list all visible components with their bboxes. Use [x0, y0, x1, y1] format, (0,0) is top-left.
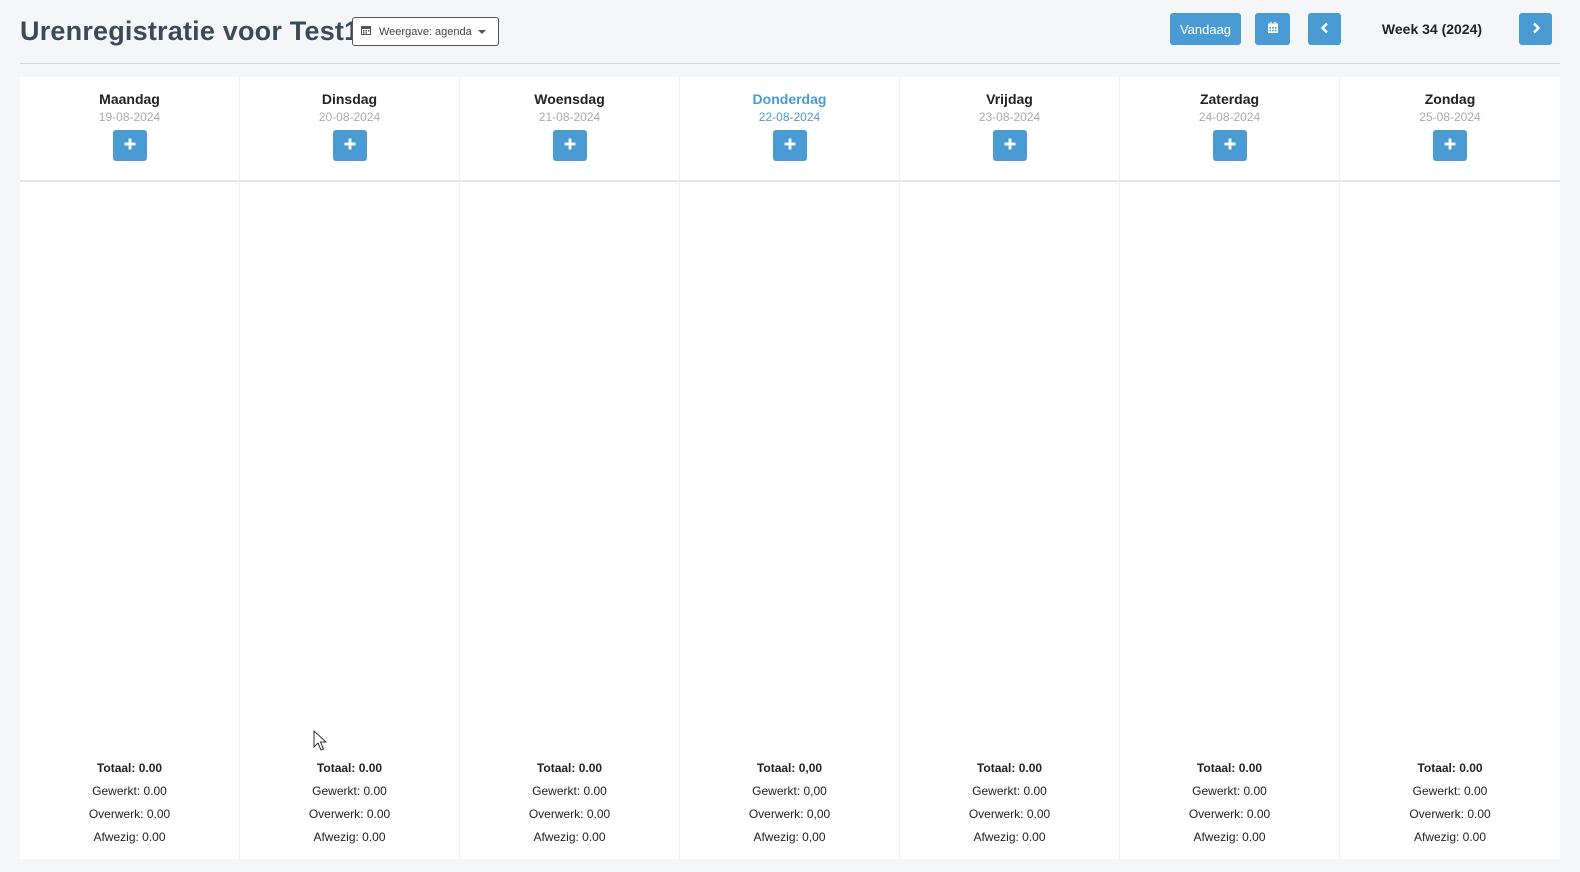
day-header: Vrijdag 23-08-2024 — [900, 77, 1119, 182]
plus-icon — [344, 137, 356, 155]
view-dropdown-label: Weergave: agenda — [379, 25, 472, 38]
day-name: Donderdag — [752, 91, 827, 107]
day-date: 22-08-2024 — [758, 110, 821, 124]
day-totals: Totaal: 0.00 Gewerkt: 0.00 Overwerk: 0.0… — [240, 757, 459, 849]
overtime-hours: Overwerk: 0.00 — [308, 807, 391, 821]
total-hours: Totaal: 0,00 — [756, 761, 823, 775]
calendar-picker-button[interactable] — [1255, 13, 1290, 45]
absent-hours: Afwezig: 0.00 — [93, 830, 166, 844]
absent-hours: Afwezig: 0.00 — [313, 830, 386, 844]
mouse-cursor-icon — [313, 730, 327, 751]
worked-hours: Gewerkt: 0.00 — [92, 784, 167, 798]
plus-icon — [124, 137, 136, 155]
today-button[interactable]: Vandaag — [1170, 13, 1241, 45]
day-column-donderdag: Donderdag 22-08-2024 Totaal: 0,00 Gewerk… — [680, 77, 900, 859]
page-title: Urenregistratie voor Test1 — [20, 16, 360, 46]
caret-down-icon — [477, 29, 486, 34]
day-column-woensdag: Woensdag 21-08-2024 Totaal: 0.00 Gewerkt… — [460, 77, 680, 859]
worked-hours: Gewerkt: 0.00 — [1412, 784, 1488, 798]
chevron-right-icon — [1531, 22, 1541, 37]
day-name: Zaterdag — [1199, 91, 1260, 107]
day-totals: Totaal: 0.00 Gewerkt: 0.00 Overwerk: 0.0… — [900, 757, 1119, 849]
day-name: Zondag — [1424, 91, 1476, 107]
add-entry-button[interactable] — [992, 130, 1027, 161]
calendar-icon — [361, 25, 371, 38]
add-entry-button[interactable] — [772, 130, 807, 161]
day-totals: Totaal: 0,00 Gewerkt: 0,00 Overwerk: 0,0… — [680, 757, 899, 849]
overtime-hours: Overwerk: 0.00 — [88, 807, 171, 821]
worked-hours: Gewerkt: 0.00 — [532, 784, 607, 798]
day-header: Dinsdag 20-08-2024 — [240, 77, 459, 182]
day-totals: Totaal: 0.00 Gewerkt: 0.00 Overwerk: 0.0… — [20, 757, 239, 849]
page-header: Urenregistratie voor Test1 Weergave: age… — [20, 0, 1560, 64]
day-column-zaterdag: Zaterdag 24-08-2024 Totaal: 0.00 Gewerkt… — [1120, 77, 1340, 859]
overtime-hours: Overwerk: 0.00 — [1188, 807, 1271, 821]
total-hours: Totaal: 0.00 — [536, 761, 603, 775]
day-name: Woensdag — [534, 91, 605, 107]
day-date: 21-08-2024 — [538, 110, 601, 124]
overtime-hours: Overwerk: 0.00 — [968, 807, 1051, 821]
previous-week-button[interactable] — [1308, 13, 1341, 45]
day-column-dinsdag: Dinsdag 20-08-2024 Totaal: 0.00 Gewerkt:… — [240, 77, 460, 859]
day-column-vrijdag: Vrijdag 23-08-2024 Totaal: 0.00 Gewerkt:… — [900, 77, 1120, 859]
add-entry-button[interactable] — [112, 130, 147, 161]
day-date: 24-08-2024 — [1198, 110, 1261, 124]
add-entry-button[interactable] — [1212, 130, 1247, 161]
add-entry-button[interactable] — [332, 130, 367, 161]
day-header: Zondag 25-08-2024 — [1340, 77, 1560, 182]
absent-hours: Afwezig: 0,00 — [753, 830, 826, 844]
absent-hours: Afwezig: 0.00 — [533, 830, 606, 844]
total-hours: Totaal: 0.00 — [1417, 761, 1483, 775]
overtime-hours: Overwerk: 0.00 — [528, 807, 611, 821]
absent-hours: Afwezig: 0.00 — [1413, 830, 1487, 844]
day-header: Zaterdag 24-08-2024 — [1120, 77, 1339, 182]
day-totals: Totaal: 0.00 Gewerkt: 0.00 Overwerk: 0.0… — [1340, 757, 1560, 849]
day-date: 20-08-2024 — [318, 110, 381, 124]
plus-icon — [784, 137, 796, 155]
chevron-left-icon — [1320, 22, 1330, 37]
absent-hours: Afwezig: 0.00 — [973, 830, 1046, 844]
day-name: Vrijdag — [986, 91, 1033, 107]
day-totals: Totaal: 0.00 Gewerkt: 0.00 Overwerk: 0.0… — [1120, 757, 1339, 849]
total-hours: Totaal: 0.00 — [976, 761, 1043, 775]
total-hours: Totaal: 0.00 — [96, 761, 163, 775]
day-name: Maandag — [99, 91, 160, 107]
overtime-hours: Overwerk: 0.00 — [1409, 807, 1491, 821]
overtime-hours: Overwerk: 0,00 — [748, 807, 831, 821]
view-dropdown[interactable]: Weergave: agenda — [352, 17, 499, 46]
plus-icon — [1224, 137, 1236, 155]
day-header: Maandag 19-08-2024 — [20, 77, 239, 182]
worked-hours: Gewerkt: 0,00 — [752, 784, 827, 798]
day-column-maandag: Maandag 19-08-2024 Totaal: 0.00 Gewerkt:… — [20, 77, 240, 859]
week-calendar: Maandag 19-08-2024 Totaal: 0.00 Gewerkt:… — [20, 77, 1560, 859]
day-column-zondag: Zondag 25-08-2024 Totaal: 0.00 Gewerkt: … — [1340, 77, 1560, 859]
next-week-button[interactable] — [1519, 13, 1552, 45]
plus-icon — [1004, 137, 1016, 155]
worked-hours: Gewerkt: 0.00 — [972, 784, 1047, 798]
day-header: Donderdag 22-08-2024 — [680, 77, 899, 182]
worked-hours: Gewerkt: 0.00 — [1192, 784, 1267, 798]
day-date: 25-08-2024 — [1419, 110, 1481, 124]
add-entry-button[interactable] — [1433, 130, 1467, 161]
total-hours: Totaal: 0.00 — [316, 761, 383, 775]
calendar-icon — [1267, 21, 1279, 37]
day-date: 23-08-2024 — [978, 110, 1041, 124]
worked-hours: Gewerkt: 0.00 — [312, 784, 387, 798]
week-label: Week 34 (2024) — [1381, 21, 1483, 37]
day-totals: Totaal: 0.00 Gewerkt: 0.00 Overwerk: 0.0… — [460, 757, 679, 849]
total-hours: Totaal: 0.00 — [1196, 761, 1263, 775]
day-header: Woensdag 21-08-2024 — [460, 77, 679, 182]
day-date: 19-08-2024 — [98, 110, 161, 124]
absent-hours: Afwezig: 0.00 — [1193, 830, 1266, 844]
plus-icon — [564, 137, 576, 155]
add-entry-button[interactable] — [552, 130, 587, 161]
plus-icon — [1444, 137, 1456, 155]
day-name: Dinsdag — [321, 91, 378, 107]
